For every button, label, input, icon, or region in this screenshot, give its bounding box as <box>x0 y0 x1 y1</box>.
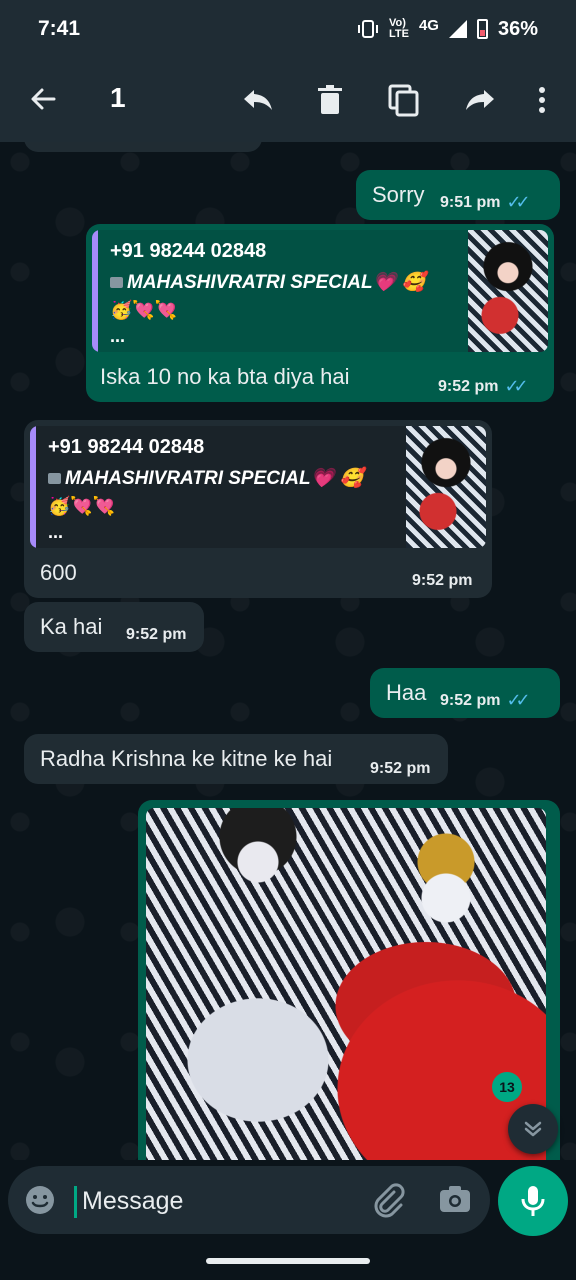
scroll-to-bottom-button[interactable] <box>508 1104 558 1154</box>
quoted-text: MAHASHIVRATRI SPECIAL💗 🥰 <box>110 270 425 294</box>
volte-indicator: Vo) LTE <box>388 17 409 40</box>
selection-action-bar: 1 <box>0 58 576 142</box>
status-icons: Vo) LTE 4G 36% <box>357 18 538 41</box>
message-meta: 9:52 pm <box>370 760 431 777</box>
home-indicator[interactable] <box>206 1258 370 1264</box>
text-cursor <box>74 1186 77 1218</box>
image-icon <box>110 277 123 289</box>
quoted-emoji: 🥳💘💘 <box>48 496 116 516</box>
reply-icon[interactable] <box>240 82 276 118</box>
quoted-sender: +91 98244 02848 <box>48 436 205 458</box>
attach-icon[interactable] <box>370 1182 406 1218</box>
message-bubble-out[interactable]: Sorry 9:51 pm ✓✓ <box>356 170 560 220</box>
more-vert-icon[interactable] <box>524 82 560 118</box>
delete-icon[interactable] <box>312 82 348 118</box>
status-bar: 7:41 Vo) LTE 4G 36% <box>0 0 576 58</box>
emoji-icon[interactable] <box>24 1184 56 1216</box>
read-ticks-icon: ✓✓ <box>506 192 530 212</box>
voice-record-button[interactable] <box>498 1166 568 1236</box>
message-input-container[interactable]: Message <box>8 1166 490 1234</box>
read-ticks-icon: ✓✓ <box>506 690 530 710</box>
previous-message-bubble[interactable] <box>24 142 262 152</box>
read-ticks-icon: ✓✓ <box>504 376 528 396</box>
message-input[interactable]: Message <box>82 1187 183 1216</box>
quoted-sender: +91 98244 02848 <box>110 240 267 262</box>
message-meta: 9:52 pm ✓✓ <box>440 690 531 710</box>
message-meta: 9:52 pm <box>412 572 473 589</box>
selected-count: 1 <box>110 82 126 113</box>
quoted-image-thumbnail <box>406 426 486 548</box>
microphone-icon <box>521 1186 545 1216</box>
network-type: 4G <box>418 16 439 34</box>
message-bubble-out[interactable]: Haa 9:52 pm ✓✓ <box>370 668 560 718</box>
message-meta: 9:51 pm ✓✓ <box>440 192 531 212</box>
chevron-double-down-icon <box>524 1121 542 1137</box>
chat-area[interactable]: Sorry 9:51 pm ✓✓ +91 98244 02848 MAHASHI… <box>0 142 576 1160</box>
image-message-photo[interactable]: 13 <box>146 808 546 1160</box>
message-meta: 9:52 pm ✓✓ <box>438 376 529 396</box>
copy-icon[interactable] <box>386 82 422 118</box>
message-bubble-in-reply[interactable]: +91 98244 02848 MAHASHIVRATRI SPECIAL💗 🥰… <box>24 420 492 598</box>
message-meta: 9:52 pm <box>126 626 187 643</box>
forward-icon[interactable] <box>462 82 498 118</box>
quoted-message[interactable]: +91 98244 02848 MAHASHIVRATRI SPECIAL💗 🥰… <box>30 426 486 548</box>
quoted-text: MAHASHIVRATRI SPECIAL💗 🥰 <box>48 466 363 490</box>
camera-icon[interactable] <box>438 1184 472 1214</box>
quoted-emoji: 🥳💘💘 <box>110 300 178 320</box>
message-bubble-out-reply[interactable]: +91 98244 02848 MAHASHIVRATRI SPECIAL💗 🥰… <box>86 224 554 402</box>
message-bubble-in[interactable]: Ka hai 9:52 pm <box>24 602 204 652</box>
message-bubble-in[interactable]: Radha Krishna ke kitne ke hai 9:52 pm <box>24 734 448 784</box>
vibrate-icon <box>357 20 378 38</box>
battery-icon <box>476 19 488 39</box>
back-arrow-icon[interactable] <box>28 84 58 114</box>
quoted-ellipsis: ... <box>48 522 64 542</box>
image-icon <box>48 473 61 485</box>
unread-count-badge: 13 <box>492 1072 522 1102</box>
composer-bar: Message <box>0 1160 576 1244</box>
quoted-image-thumbnail <box>468 230 548 352</box>
battery-percent: 36% <box>497 17 538 40</box>
quoted-message[interactable]: +91 98244 02848 MAHASHIVRATRI SPECIAL💗 🥰… <box>92 230 548 352</box>
status-time: 7:41 <box>38 17 81 40</box>
signal-icon <box>448 20 467 38</box>
quoted-ellipsis: ... <box>110 326 126 346</box>
